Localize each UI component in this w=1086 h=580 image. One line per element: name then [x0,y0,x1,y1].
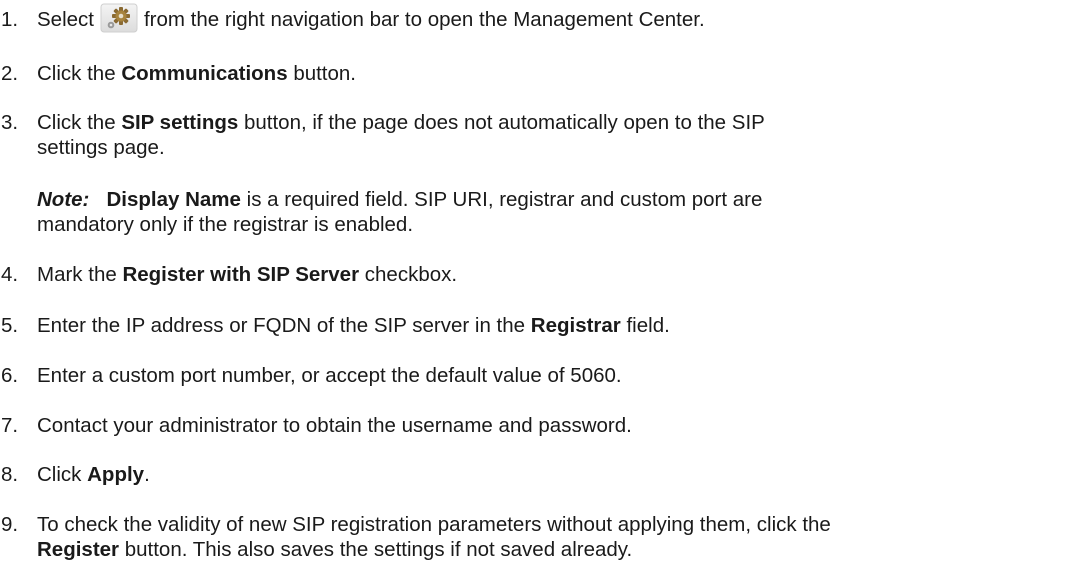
step-text-part: button. [293,62,357,85]
ui-term-register: Register [37,538,120,561]
step-number: 9. [1,513,19,536]
step-text-part: Mark the [37,263,117,286]
ui-term-apply: Apply [87,463,145,486]
step-text: Enter a custom port number, or accept th… [37,364,622,387]
step-text: Enter the IP address or FQDN of the SIP … [37,313,1082,338]
step-text: Click Apply. [37,462,1082,487]
step-number: 6. [1,364,19,387]
step-number: 5. [1,314,19,337]
step-text-part: Click the [37,111,116,134]
step-text-part: button. This also saves the settings if … [124,538,633,561]
step-text-part: Select [37,8,94,31]
step-text-part: Enter the IP address or FQDN of the SIP … [37,314,526,337]
step-text: Click the SIP settings button, if the pa… [37,110,1082,160]
ui-term-display-name: Display Name [106,188,241,211]
step-text: Click the Communications button. [37,61,1082,86]
ui-term-communications: Communications [121,62,288,85]
note-text: is a required field. SIP URI, registrar … [246,188,763,211]
step-text-part: checkbox. [364,263,458,286]
step-text-part: settings page. [37,136,165,159]
step-text: Select from the right navigation bar to … [37,3,1082,33]
step-number: 3. [1,111,19,134]
gear-icon [100,3,138,33]
note-label: Note: [37,188,90,211]
step-text: To check the validity of new SIP registr… [37,512,1082,562]
ui-term-registrar: Registrar [530,314,621,337]
step-text-part: Click [37,463,82,486]
step-text-part: To check the validity of new SIP registr… [37,513,831,536]
note-text: mandatory only if the registrar is enabl… [37,213,414,236]
step-text: Contact your administrator to obtain the… [37,414,632,437]
step-text-part: . [144,463,150,486]
step-text-part: Click the [37,62,116,85]
step-number: 8. [1,463,19,486]
ui-term-sip-settings: SIP settings [121,111,239,134]
step-number: 7. [1,414,19,437]
step-text-part: field. [626,314,670,337]
step-text-part: button, if the page does not automatical… [243,111,765,134]
step-text-part: from the right navigation bar to open th… [143,8,705,31]
note-block: Note: Display Name is a required field. … [37,187,1082,237]
step-text: Mark the Register with SIP Server checkb… [37,262,1082,287]
ui-term-register-with-sip-server: Register with SIP Server [122,263,360,286]
step-number: 2. [1,62,19,85]
step-number: 4. [1,263,19,286]
step-number: 1. [1,8,19,31]
